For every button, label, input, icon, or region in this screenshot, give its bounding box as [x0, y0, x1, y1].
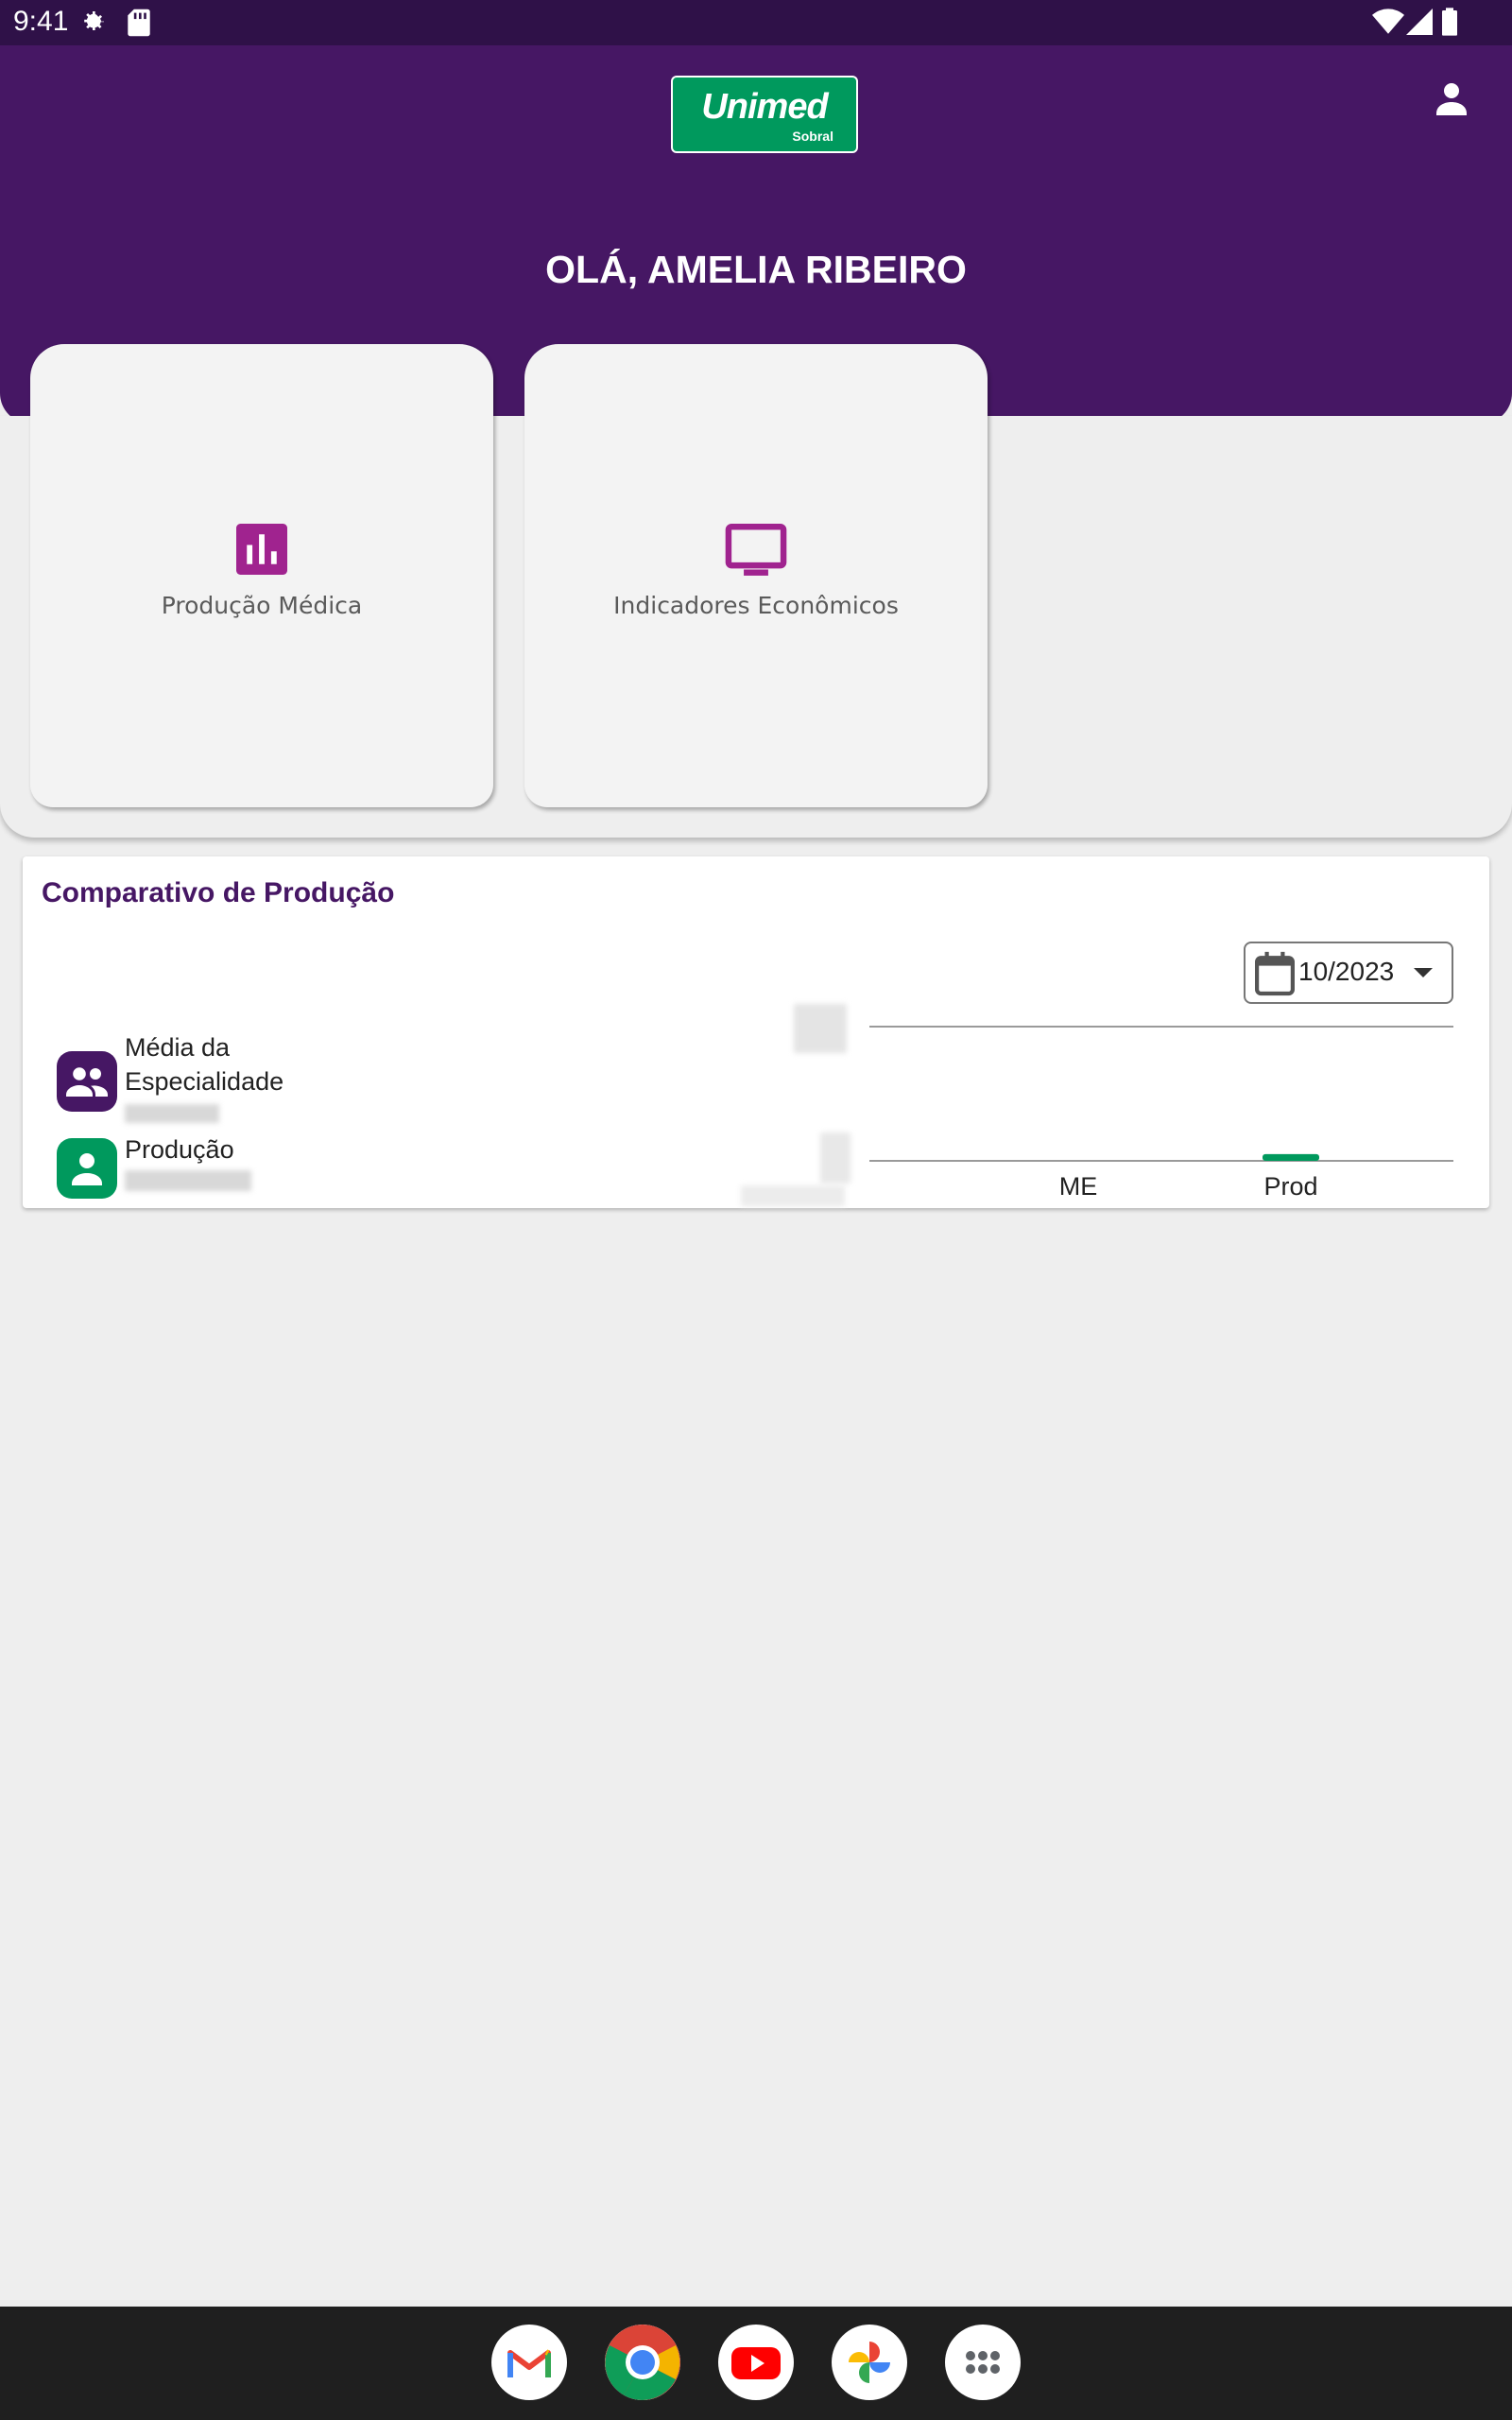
wifi-icon [1372, 8, 1404, 40]
app-drawer-icon[interactable] [945, 2325, 1021, 2400]
bar-chart-icon [236, 524, 287, 579]
monitor-icon [725, 524, 787, 580]
logo-subtext: Sobral [792, 129, 833, 144]
photos-icon[interactable] [832, 2325, 907, 2400]
status-time: 9:41 [13, 6, 69, 37]
signal-icon [1406, 8, 1433, 40]
battery-icon [1442, 8, 1457, 40]
youtube-icon[interactable] [718, 2325, 794, 2400]
profile-button[interactable] [1429, 76, 1474, 121]
greeting: OLÁ, AMELIA RIBEIRO [545, 248, 967, 291]
sd-card-icon [127, 8, 151, 42]
comparison-chart: ME Prod [869, 1026, 1453, 1201]
chrome-icon[interactable] [605, 2325, 680, 2400]
logo-text: Unimed [701, 87, 828, 127]
person-icon [1436, 83, 1467, 115]
x-tick-label: ME [1059, 1172, 1098, 1201]
settings-icon [77, 8, 108, 42]
menu-card-producao-medica[interactable]: Produção Médica [30, 344, 493, 807]
menu-card-label: Produção Médica [161, 592, 363, 619]
x-tick-label: Prod [1263, 1172, 1317, 1201]
menu-card-label: Indicadores Econômicos [613, 592, 899, 619]
comparativo-card: Comparativo de Produção 10/2023 Média da… [23, 856, 1489, 1208]
status-bar: 9:41 [0, 0, 1512, 45]
unimed-logo: Unimed Sobral [671, 76, 858, 153]
gmail-icon[interactable] [491, 2325, 567, 2400]
menu-card-indicadores-economicos[interactable]: Indicadores Econômicos [524, 344, 988, 807]
bar-prod [1263, 1153, 1319, 1161]
